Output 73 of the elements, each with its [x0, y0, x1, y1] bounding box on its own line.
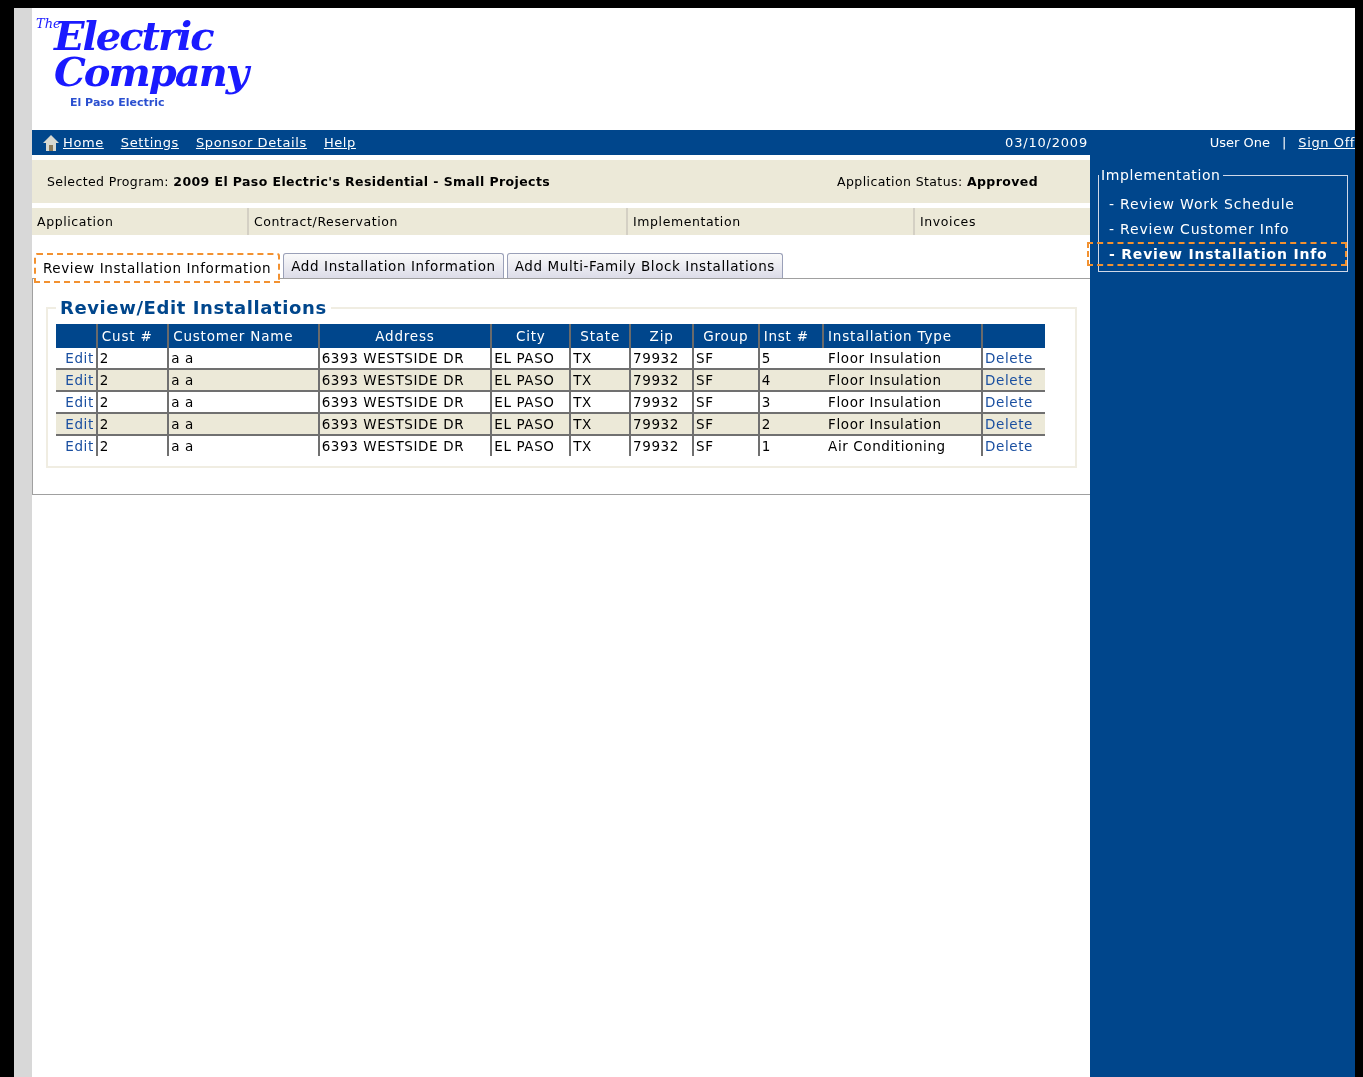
phase-tab[interactable]: Contract/Reservation	[247, 208, 626, 235]
table-cell: EL PASO	[490, 370, 570, 392]
table-cell: TX	[569, 392, 630, 414]
tab[interactable]: Add Installation Information	[283, 253, 504, 278]
delete-link[interactable]: Delete	[985, 394, 1033, 410]
column-header: Group	[692, 324, 758, 348]
program-text: Selected Program: 2009 El Paso Electric's Residential - Small Projects	[47, 174, 551, 189]
table-cell: 5	[757, 348, 823, 370]
phase-tab[interactable]: Implementation	[626, 208, 913, 235]
edit-link[interactable]: Edit	[65, 394, 94, 410]
table-cell: EL PASO	[490, 414, 570, 436]
sidebar-link[interactable]: - Review Installation Info	[1087, 242, 1347, 266]
tab[interactable]: Add Multi-Family Block Installations	[506, 253, 783, 278]
table-cell: 79932	[629, 392, 693, 414]
table-cell: SF	[692, 348, 758, 370]
section-title: Review/Edit Installations	[59, 297, 328, 318]
table-cell: SF	[692, 414, 758, 436]
column-header: Cust #	[95, 324, 168, 348]
delete-link[interactable]: Delete	[985, 350, 1033, 366]
delete-link[interactable]: Delete	[985, 438, 1033, 454]
table-cell: 2	[95, 392, 168, 414]
table-cell: a a	[167, 370, 318, 392]
table-cell: 2	[95, 348, 168, 370]
status-text: Application Status: Approved	[837, 174, 1038, 189]
table-cell: 79932	[629, 414, 693, 436]
nav-link[interactable]: Sponsor Details	[195, 135, 307, 150]
table-cell: 2	[757, 414, 823, 436]
column-header	[56, 324, 96, 348]
table-cell: 2	[95, 414, 168, 436]
nav-link[interactable]: Home	[63, 135, 104, 150]
table-cell: 2	[95, 370, 168, 392]
table-cell: Floor Insulation	[822, 370, 981, 392]
table-cell: 6393 WESTSIDE DR	[317, 414, 491, 436]
table-cell: a a	[167, 414, 318, 436]
separator-text: |	[1281, 135, 1287, 150]
table-cell: TX	[569, 370, 630, 392]
column-header: Installation Type	[822, 324, 981, 348]
phase-tab[interactable]: Invoices	[913, 208, 1090, 235]
edit-link[interactable]: Edit	[65, 350, 94, 366]
table-cell: EL PASO	[490, 392, 570, 414]
table-cell: SF	[692, 370, 758, 392]
sign-off-link[interactable]: Sign Off	[1298, 135, 1355, 150]
table-cell: 79932	[629, 370, 693, 392]
nav-link[interactable]: Settings	[120, 135, 179, 150]
table-cell: Floor Insulation	[822, 414, 981, 436]
sidebar-link[interactable]: - Review Work Schedule	[1099, 192, 1347, 216]
table-cell: a a	[167, 348, 318, 370]
table-cell: SF	[692, 392, 758, 414]
table-cell: 4	[757, 370, 823, 392]
phase-tab[interactable]: Application	[32, 208, 247, 235]
column-header: Zip	[629, 324, 693, 348]
table-cell: 3	[757, 392, 823, 414]
table-cell: a a	[167, 392, 318, 414]
table-cell: EL PASO	[490, 348, 570, 370]
table-cell: 6393 WESTSIDE DR	[317, 392, 491, 414]
sidebar-title: Implementation	[1100, 167, 1222, 183]
edit-link[interactable]: Edit	[65, 438, 94, 454]
tab[interactable]: Review Installation Information	[34, 253, 281, 283]
user-name: User One	[1209, 135, 1270, 150]
column-header: Inst #	[757, 324, 823, 348]
table-cell: 6393 WESTSIDE DR	[317, 348, 491, 370]
table-cell: 79932	[629, 348, 693, 370]
home-icon[interactable]	[42, 133, 60, 152]
table-cell: 6393 WESTSIDE DR	[317, 370, 491, 392]
table-cell: TX	[569, 348, 630, 370]
column-header: City	[490, 324, 570, 348]
date-text: 03/10/2009	[1005, 135, 1089, 150]
nav-link[interactable]: Help	[323, 135, 356, 150]
column-header: Address	[317, 324, 491, 348]
table-cell: TX	[569, 414, 630, 436]
sidebar-link[interactable]: - Review Customer Info	[1099, 217, 1347, 241]
column-header: Customer Name	[167, 324, 318, 348]
column-header: State	[569, 324, 630, 348]
